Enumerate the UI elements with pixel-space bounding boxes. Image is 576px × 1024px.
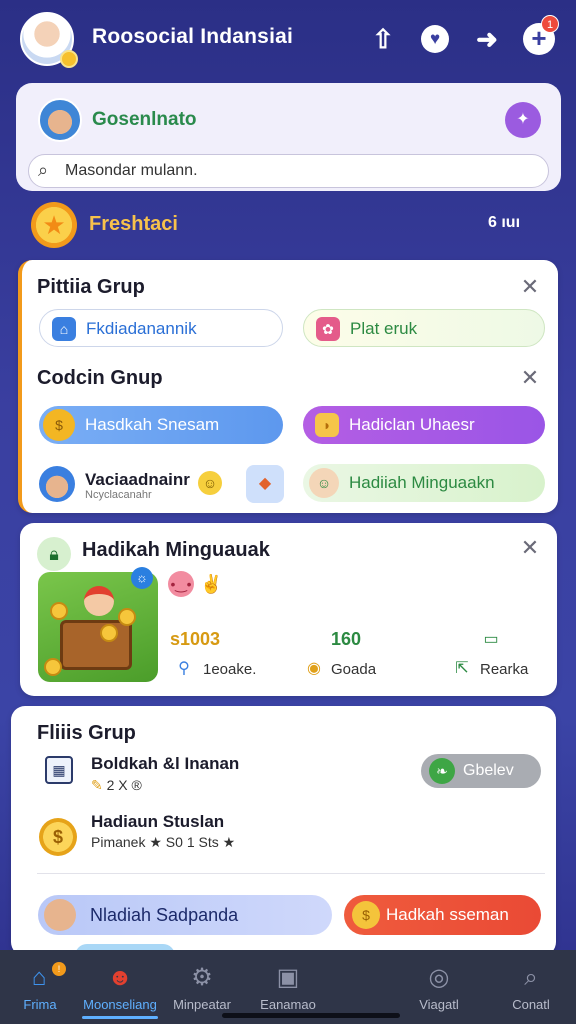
nav-item-target[interactable]: ◎ Viagatl	[399, 950, 479, 1024]
search-bar[interactable]: ⌕	[28, 154, 549, 188]
heart-icon[interactable]: ♥	[421, 25, 449, 53]
stat-label-rearka: Rearka	[480, 661, 529, 678]
notification-badge: 1	[541, 15, 559, 33]
avatar-icon	[44, 899, 76, 931]
star-icon: ★	[31, 202, 77, 248]
app-title: Roosocial Indansiai	[92, 25, 294, 48]
nav-item-mascot[interactable]: ☻ Moonseliang	[80, 950, 160, 1024]
groups-subtitle: Codcin Gnup	[37, 367, 163, 389]
member-subtitle: Ncyclacanahr	[85, 489, 152, 501]
filter-group-card: Fliiis Grup ▦ Boldkah &l Inanan ✎ 2 X ® …	[11, 706, 556, 956]
row-subtitle: ✎ 2 X ®	[91, 777, 142, 793]
savings-reward-button[interactable]: Nladiah Sadpanda	[38, 895, 332, 935]
coin-stack-icon: ◉	[307, 660, 321, 677]
gear-icon: ⚙	[191, 964, 213, 991]
coin-badge-icon	[60, 50, 78, 68]
divider	[37, 873, 545, 874]
stat-label-likes: 1eoake.	[203, 661, 257, 678]
active-tab-indicator	[82, 1016, 158, 1019]
share-icon: ⇱	[455, 660, 469, 677]
gift-reward-button[interactable]: ◗ Hadiclan Uhaesr	[303, 406, 545, 444]
coin-icon	[50, 602, 68, 620]
dollar-coin-icon: $	[39, 818, 77, 856]
target-icon: ◎	[428, 964, 450, 991]
lock-icon: 🔒︎	[37, 537, 71, 571]
coin-icon: $	[352, 901, 380, 929]
donation-reward-button[interactable]: $ Hasdkah Snesam	[39, 406, 283, 444]
thumbs-up-icon: ✌	[200, 574, 223, 594]
weekly-reward-card: 🔒︎ Hadikah Minguauak ✕ ☼ •‿• ✌ s1003 160…	[20, 523, 557, 696]
home-indicator	[222, 1013, 400, 1018]
profile-card: Gosenlnato ✦ ⌕	[16, 83, 561, 191]
happy-face-icon: •‿•	[168, 571, 194, 597]
stat-value-count: 160	[331, 629, 362, 649]
plant-icon: ✿	[316, 317, 340, 341]
chest-icon	[60, 620, 132, 670]
member-avatar[interactable]	[39, 466, 75, 502]
camera-icon: ▣	[276, 964, 300, 991]
chat-icon: ▭	[483, 631, 499, 648]
close-icon[interactable]: ✕	[519, 276, 541, 298]
upload-icon[interactable]: ⇧	[368, 24, 398, 54]
home-icon: ⌂	[52, 317, 76, 341]
profile-name: Gosenlnato	[92, 109, 197, 130]
search-input[interactable]	[65, 158, 535, 184]
top-bar: Roosocial Indansiai ⇧ ♥ ➜ + 1	[0, 0, 576, 80]
nav-item-home[interactable]: ⌂ ! Frima	[0, 950, 80, 1024]
member-name: Vaciaadnainr	[85, 470, 190, 489]
person-pin-icon: ⚲	[178, 660, 190, 677]
profile-avatar[interactable]	[38, 98, 82, 142]
search-icon: ⌕	[38, 160, 49, 180]
plant-group-button[interactable]: ✿ Plat eruk	[303, 309, 545, 347]
info-icon[interactable]: ☼	[131, 567, 153, 589]
row-title: Hadiaun Stuslan	[91, 812, 225, 831]
magic-wand-icon[interactable]: ✦	[505, 102, 541, 138]
coin-icon: $	[43, 409, 75, 441]
mascot-icon: ☻	[107, 964, 133, 991]
featured-label[interactable]: Freshtaci	[89, 213, 178, 236]
stat-value-points: s1003	[170, 629, 221, 649]
search-icon: ⌕	[524, 964, 538, 991]
gift-reward-button[interactable]: $ Hadkah sseman	[344, 895, 541, 935]
row-subtitle: Pimanek ★ S0 1 Sts ★	[91, 834, 236, 850]
home-group-button[interactable]: ⌂ Fkdiadanannik	[39, 309, 283, 347]
kid-figure	[84, 586, 114, 616]
weekly-title: Hadikah Minguauak	[82, 539, 270, 561]
notification-dot: !	[52, 962, 66, 976]
avatar-icon: ☺	[309, 468, 339, 498]
coin-icon	[118, 608, 136, 626]
gbelev-button[interactable]: ❧ Gbelev	[421, 754, 541, 788]
smile-icon: ☺	[198, 471, 222, 495]
groups-card: Pittiia Grup ✕ ⌂ Fkdiadanannik ✿ Plat er…	[18, 260, 558, 513]
close-icon[interactable]: ✕	[519, 537, 541, 559]
weekly-gift-button[interactable]: ☺ Hadiiah Minguaakn	[303, 464, 545, 502]
badge-icon[interactable]: ◆	[246, 465, 284, 503]
arrow-right-icon[interactable]: ➜	[472, 24, 502, 54]
row-title: Boldkah &l Inanan	[91, 754, 240, 773]
close-icon[interactable]: ✕	[519, 367, 541, 389]
groups-title: Pittiia Grup	[37, 276, 145, 298]
coin-icon	[44, 658, 62, 676]
leaf-icon: ❧	[429, 758, 455, 784]
filter-title: Fliiis Grup	[37, 722, 136, 744]
home-icon: ⌂	[31, 964, 47, 991]
stat-label-goada: Goada	[331, 661, 377, 678]
nav-item-search[interactable]: ⌕ Conatl	[491, 950, 571, 1024]
gift-icon: ▦	[45, 756, 73, 784]
featured-counter[interactable]: 6 ıuı	[488, 214, 520, 232]
coin-icon	[100, 624, 118, 642]
banana-icon: ◗	[315, 413, 339, 437]
